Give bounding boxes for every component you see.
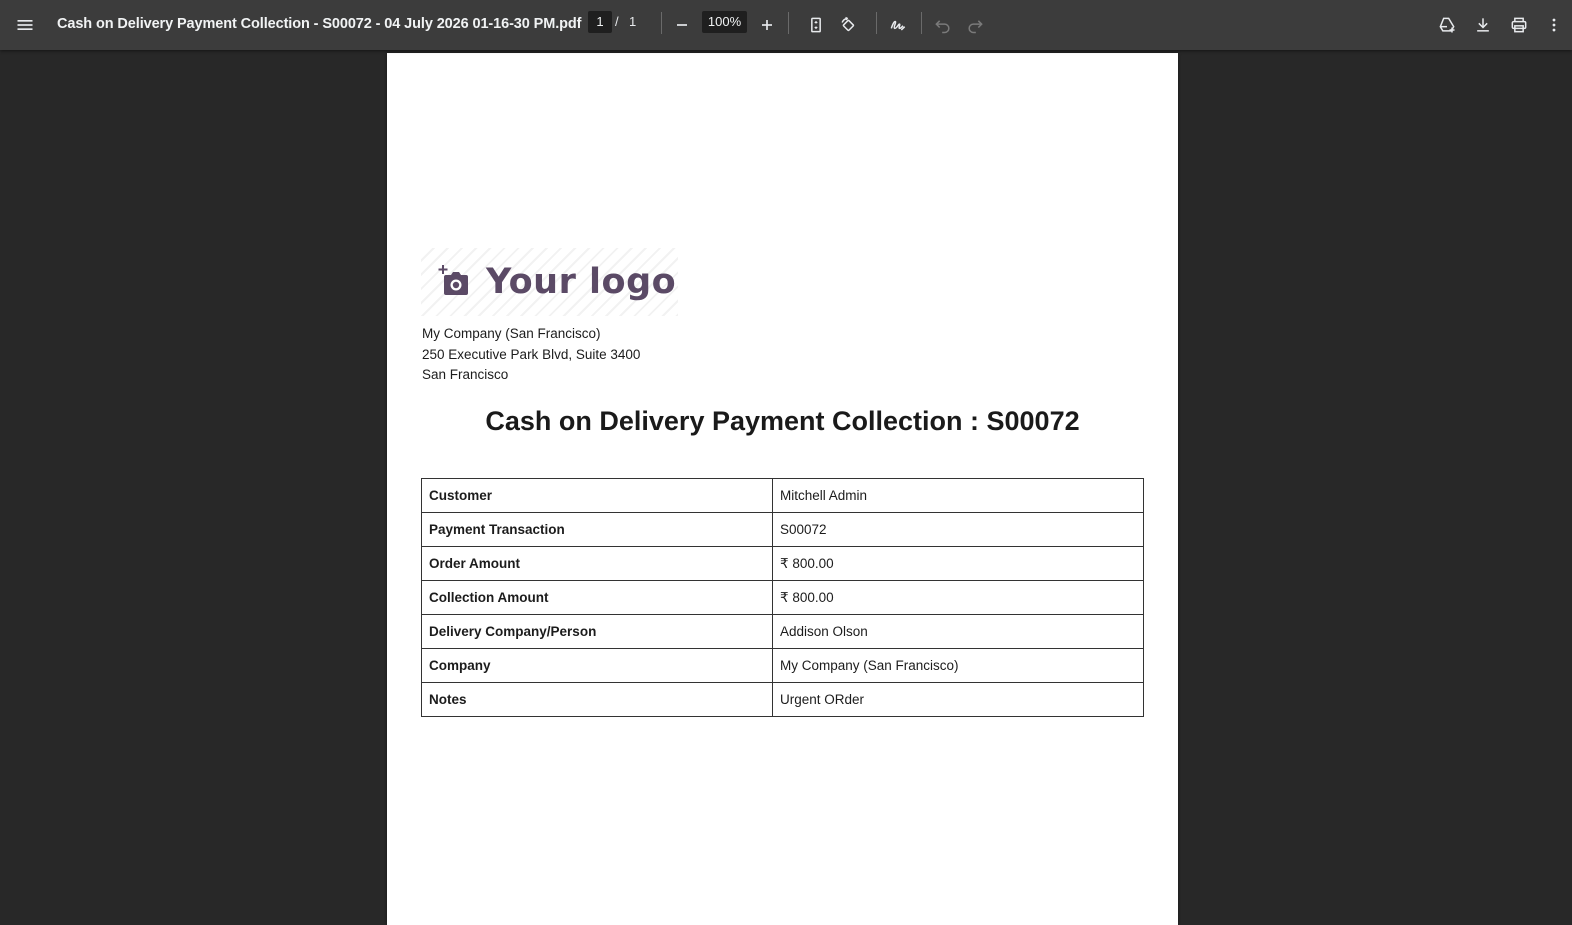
more-vert-icon[interactable] [1538,9,1570,41]
row-label: Customer [421,478,773,513]
camera-plus-icon [438,265,472,299]
table-row: Customer Mitchell Admin [421,478,1144,513]
annotate-icon[interactable] [882,9,914,41]
row-value: Mitchell Admin [772,478,1144,513]
row-value: My Company (San Francisco) [772,648,1144,683]
toolbar-divider [921,12,922,34]
row-label: Payment Transaction [421,512,773,547]
table-row: Order Amount ₹ 800.00 [421,546,1144,581]
rotate-icon[interactable] [832,9,864,41]
document-title: Cash on Delivery Payment Collection - S0… [57,16,582,32]
toolbar-divider [876,12,877,34]
table-row: Notes Urgent ORder [421,682,1144,717]
company-logo: Your logo [421,248,678,316]
report-title: Cash on Delivery Payment Collection : S0… [485,406,1080,436]
table-row: Delivery Company/Person Addison Olson [421,614,1144,649]
row-value: ₹ 800.00 [772,580,1144,615]
row-label: Collection Amount [421,580,773,615]
company-address: My Company (San Francisco) 250 Executive… [422,324,640,386]
row-label: Company [421,648,773,683]
zoom-level-input[interactable]: 100% [702,11,747,33]
table-row: Payment Transaction S00072 [421,512,1144,547]
company-city: San Francisco [422,367,509,382]
row-label: Order Amount [421,546,773,581]
plus-icon[interactable] [751,9,783,41]
row-value: S00072 [772,512,1144,547]
table-row: Company My Company (San Francisco) [421,648,1144,683]
row-value: ₹ 800.00 [772,546,1144,581]
fit-page-icon[interactable] [800,9,832,41]
undo-icon[interactable] [927,9,959,41]
pdf-toolbar: Cash on Delivery Payment Collection - S0… [0,0,1572,50]
page-total: 1 [629,14,637,29]
page-separator: / [615,14,619,29]
toolbar-divider [788,12,789,34]
menu-icon[interactable] [9,9,41,41]
print-icon[interactable] [1503,9,1535,41]
payment-details-table: Customer Mitchell Admin Payment Transact… [421,478,1144,717]
row-label: Notes [421,682,773,717]
toolbar-divider [661,12,662,34]
company-street: 250 Executive Park Blvd, Suite 3400 [422,346,641,362]
page-number-input[interactable]: 1 [588,11,612,33]
row-value: Addison Olson [772,614,1144,649]
download-icon[interactable] [1467,9,1499,41]
table-row: Collection Amount ₹ 800.00 [421,580,1144,615]
row-label: Delivery Company/Person [421,614,773,649]
redo-icon[interactable] [959,9,991,41]
row-value: Urgent ORder [772,682,1144,717]
minus-icon[interactable] [666,9,698,41]
drive-add-icon[interactable] [1431,9,1463,41]
logo-text: Your logo [486,262,677,302]
company-name: My Company (San Francisco) [422,326,601,341]
pdf-page: Your logo My Company (San Francisco) 250… [387,53,1178,925]
